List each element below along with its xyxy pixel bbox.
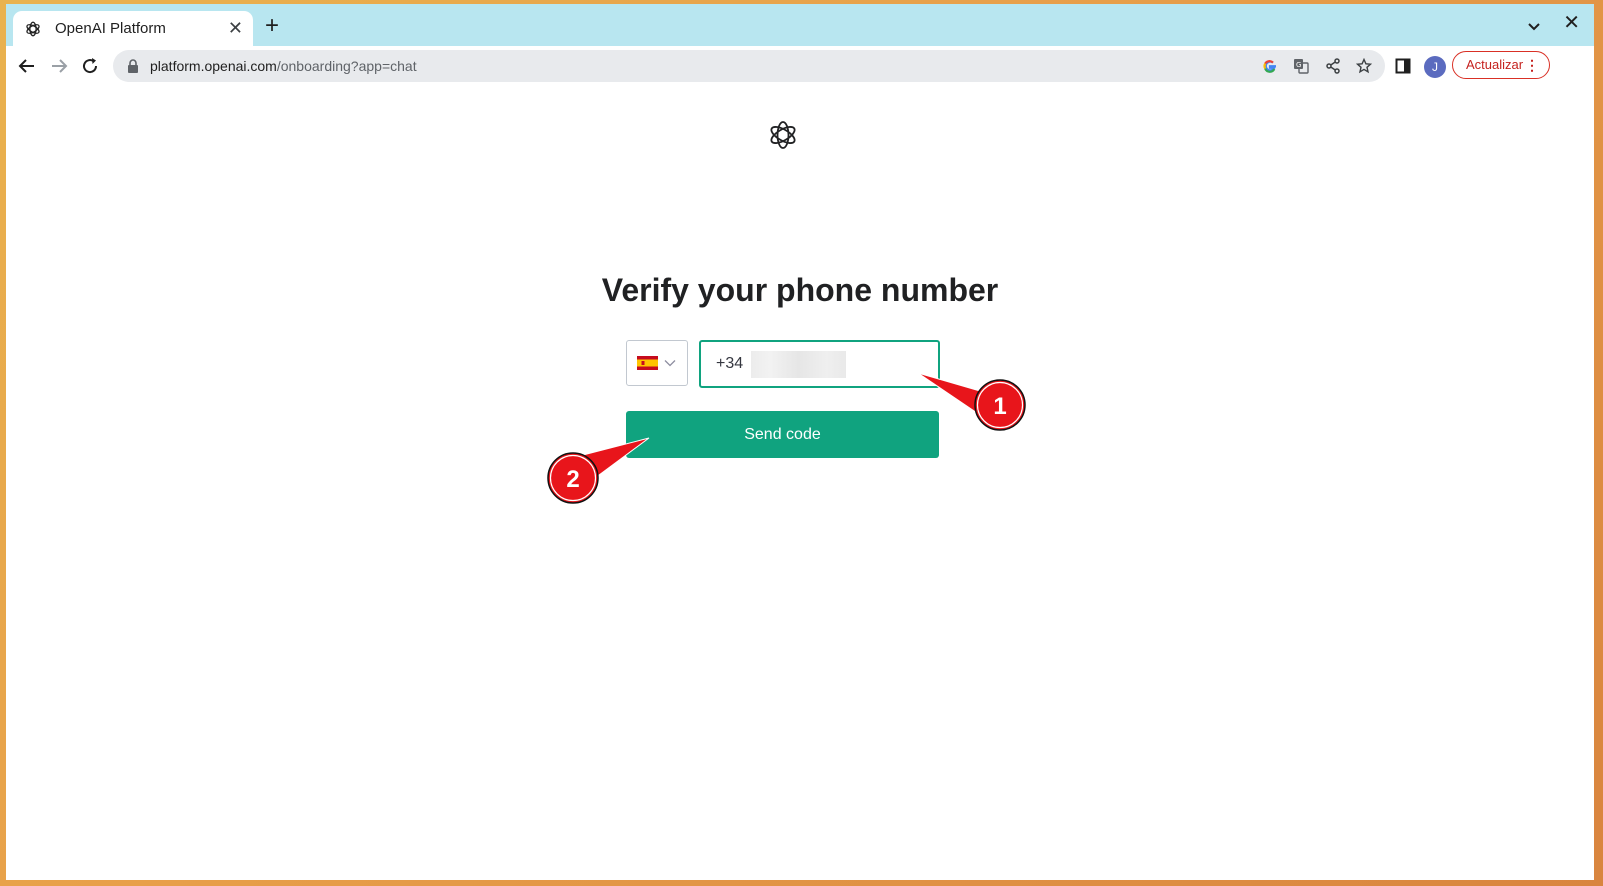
url-path: /onboarding?app=chat xyxy=(276,58,417,74)
update-button[interactable]: Actualizar ⋮ xyxy=(1452,51,1550,79)
translate-icon[interactable]: G xyxy=(1293,58,1309,74)
close-tab-icon[interactable]: ✕ xyxy=(228,17,243,39)
browser-window: OpenAI Platform ✕ + ✕ platform.openai.co… xyxy=(6,4,1594,880)
svg-text:G: G xyxy=(1296,61,1301,69)
page-content: Verify your phone number +34 Send code 1 xyxy=(6,86,1594,880)
lock-icon[interactable] xyxy=(127,59,139,73)
tab-title: OpenAI Platform xyxy=(55,20,166,37)
reload-icon[interactable] xyxy=(80,56,100,76)
annotation-label-2: 2 xyxy=(566,466,579,493)
openai-logo-icon xyxy=(26,21,40,37)
profile-avatar[interactable]: J xyxy=(1424,56,1446,78)
chevron-down-icon[interactable] xyxy=(1526,18,1542,34)
country-code-prefix: +34 xyxy=(716,355,744,372)
back-arrow-icon[interactable] xyxy=(17,56,37,76)
window-close-icon[interactable]: ✕ xyxy=(1563,10,1580,36)
new-tab-button[interactable]: + xyxy=(260,14,284,39)
bookmark-star-icon[interactable] xyxy=(1356,58,1372,74)
browser-toolbar: platform.openai.com/onboarding?app=chat … xyxy=(6,46,1594,87)
tab-openai-platform[interactable]: OpenAI Platform ✕ xyxy=(13,11,253,46)
tab-strip: OpenAI Platform ✕ + ✕ xyxy=(6,4,1594,46)
redacted-phone-number xyxy=(751,351,846,378)
side-panel-icon[interactable] xyxy=(1395,58,1411,74)
share-icon[interactable] xyxy=(1325,58,1341,74)
phone-number-input[interactable]: +34 xyxy=(699,340,940,388)
google-icon[interactable] xyxy=(1262,58,1278,74)
url-text: platform.openai.com/onboarding?app=chat xyxy=(150,58,417,74)
chevron-down-icon xyxy=(664,360,676,367)
spain-flag-icon xyxy=(637,356,658,370)
country-code-select[interactable] xyxy=(626,340,688,386)
page-title: Verify your phone number xyxy=(601,272,999,308)
more-menu-icon[interactable]: ⋮ xyxy=(1525,52,1539,78)
forward-arrow-icon[interactable] xyxy=(49,56,69,76)
openai-logo-icon xyxy=(770,121,796,149)
address-bar[interactable]: platform.openai.com/onboarding?app=chat … xyxy=(113,50,1385,82)
send-code-button[interactable]: Send code xyxy=(626,411,939,458)
annotation-label-1: 1 xyxy=(993,393,1006,420)
update-button-label: Actualizar xyxy=(1466,57,1524,72)
annotation-overlay: 1 2 xyxy=(547,372,1026,504)
url-host: platform.openai.com xyxy=(150,58,277,74)
